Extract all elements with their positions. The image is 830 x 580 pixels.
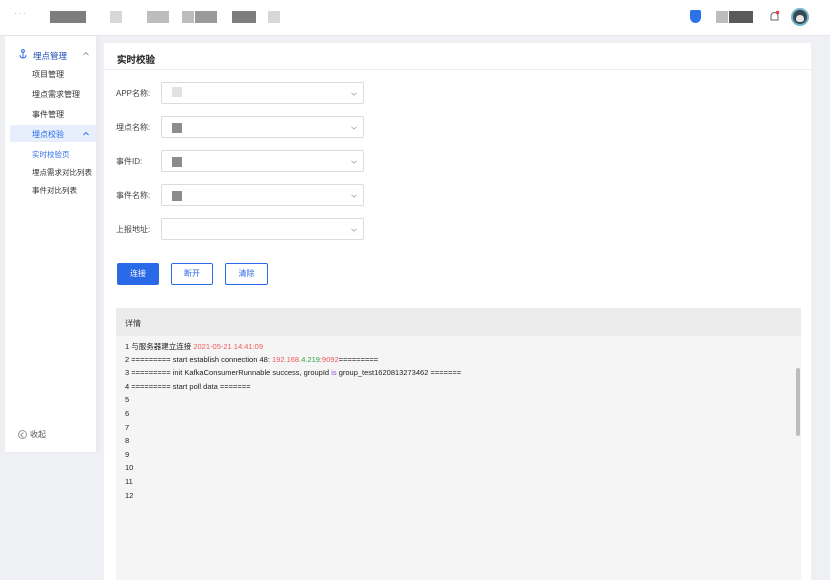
- clear-button[interactable]: 清除: [225, 263, 268, 285]
- log-scrollbar[interactable]: [796, 368, 800, 436]
- redacted-nav-item[interactable]: [268, 11, 280, 23]
- sidebar-subitem-realtime[interactable]: 实时校验页: [32, 149, 70, 160]
- chevron-down-icon: [351, 126, 357, 130]
- report-url-select[interactable]: [161, 218, 364, 240]
- log-line: 8: [125, 436, 130, 446]
- sidebar-subitem-event-compare[interactable]: 事件对比列表: [32, 185, 77, 196]
- log-line: 12: [125, 490, 134, 500]
- redacted-value: [172, 157, 182, 167]
- log-line: 9: [125, 449, 130, 459]
- user-avatar[interactable]: [791, 8, 809, 26]
- redacted-nav-item[interactable]: [110, 11, 122, 23]
- detail-header: 详情: [116, 308, 801, 336]
- redacted-logo: [50, 11, 86, 23]
- top-bar: ···: [0, 0, 830, 36]
- sidebar-item-requirements[interactable]: 埋点需求管理: [32, 89, 80, 100]
- sidebar-item-validation-label: 埋点校验: [32, 130, 64, 139]
- log-line: 2 ========= start establish connection 4…: [125, 354, 379, 364]
- app-name-select[interactable]: [161, 82, 364, 104]
- panel-header: 实时校验: [104, 43, 811, 70]
- connect-button[interactable]: 连接: [117, 263, 159, 285]
- sidebar-item-events[interactable]: 事件管理: [32, 109, 64, 120]
- log-line: 1 与服务器建立连接 2021-05-21 14:41:09: [125, 342, 263, 351]
- sidebar-item-validation[interactable]: 埋点校验: [10, 125, 96, 142]
- collapse-sidebar-button[interactable]: 收起: [18, 429, 46, 440]
- sidebar: 埋点管理 项目管理 埋点需求管理 事件管理 埋点校验 实时校验页 埋点需求对比列…: [5, 36, 97, 452]
- detail-log-panel: 详情 1 与服务器建立连接 2021-05-21 14:41:09 2 ====…: [116, 308, 801, 580]
- log-line: 3 ========= init KafkaConsumerRunnable s…: [125, 368, 462, 378]
- event-name-select[interactable]: [161, 184, 364, 206]
- log-line: 4 ========= start poll data =======: [125, 381, 251, 391]
- disconnect-button[interactable]: 断开: [171, 263, 213, 285]
- log-output: 1 与服务器建立连接 2021-05-21 14:41:09 2 =======…: [125, 341, 785, 504]
- log-line: 11: [125, 476, 133, 486]
- realtime-validation-panel: 实时校验 APP名称: 埋点名称: 事件ID: 事件名称: 上报地址: 连接 断…: [104, 43, 811, 580]
- event-id-select[interactable]: [161, 150, 364, 172]
- page-title: 实时校验: [117, 55, 156, 66]
- redacted-nav-item[interactable]: [147, 11, 169, 23]
- detail-title: 详情: [125, 319, 141, 328]
- notification-icon[interactable]: [769, 10, 780, 23]
- chevron-down-icon: [351, 194, 357, 198]
- event-name-label: 事件名称:: [116, 191, 151, 200]
- log-line: 10: [125, 463, 134, 473]
- chevron-down-icon: [351, 92, 357, 96]
- redacted-user-info: [729, 11, 753, 23]
- sidebar-group-tracking[interactable]: 埋点管理: [5, 42, 97, 66]
- redacted-value: [172, 87, 182, 97]
- sidebar-item-projects[interactable]: 项目管理: [32, 69, 64, 80]
- chevron-up-icon: [83, 131, 89, 136]
- sidebar-group-label: 埋点管理: [33, 51, 68, 61]
- chevron-up-icon: [83, 51, 89, 56]
- collapse-icon: [18, 430, 27, 440]
- redacted-value: [172, 123, 182, 133]
- log-line: 7: [125, 422, 130, 432]
- more-dots-icon[interactable]: ···: [14, 8, 27, 19]
- report-url-label: 上报地址:: [116, 225, 151, 234]
- app-name-label: APP名称:: [116, 89, 151, 98]
- redacted-nav-item[interactable]: [232, 11, 256, 23]
- chevron-down-icon: [351, 160, 357, 164]
- redacted-value: [172, 191, 182, 201]
- shield-icon[interactable]: [690, 10, 701, 23]
- event-id-label: 事件ID:: [116, 157, 143, 166]
- log-line: 5: [125, 395, 130, 405]
- point-name-label: 埋点名称:: [116, 123, 151, 132]
- collapse-label: 收起: [30, 430, 46, 439]
- sidebar-subitem-requirement-compare[interactable]: 埋点需求对比列表: [32, 167, 92, 178]
- anchor-icon: [19, 49, 27, 59]
- redacted-user-info: [716, 11, 728, 23]
- chevron-down-icon: [351, 228, 357, 232]
- redacted-nav-item[interactable]: [195, 11, 217, 23]
- log-line: 6: [125, 408, 130, 418]
- point-name-select[interactable]: [161, 116, 364, 138]
- redacted-nav-item[interactable]: [182, 11, 194, 23]
